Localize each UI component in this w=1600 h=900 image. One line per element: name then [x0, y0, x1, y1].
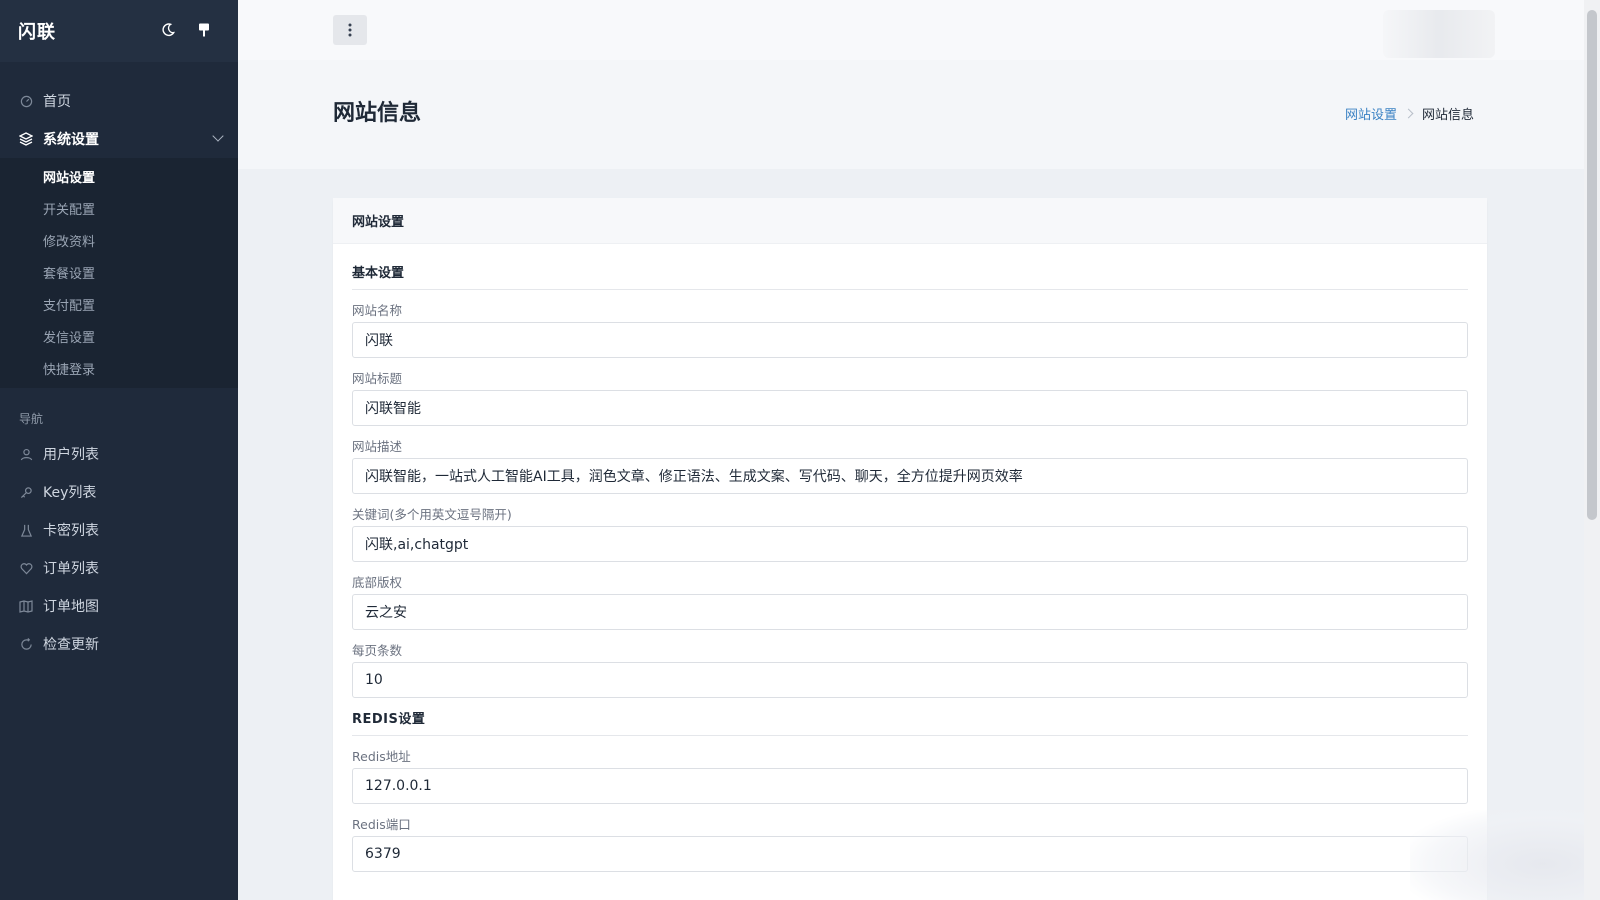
page-header: 网站信息 网站设置 网站信息	[238, 60, 1584, 169]
site-name-input[interactable]	[352, 322, 1468, 358]
map-icon	[19, 599, 33, 613]
keywords-label: 关键词(多个用英文逗号隔开)	[352, 506, 512, 522]
site-title-input[interactable]	[352, 390, 1468, 426]
settings-form: 基本设置 网站名称 网站标题 网站描述 关键词(多个用英文逗号隔开) 底部版权 …	[333, 244, 1487, 872]
breadcrumb-separator-icon	[1403, 108, 1414, 119]
submenu-item-package-settings[interactable]: 套餐设置	[0, 256, 238, 288]
submenu-item-mail-settings[interactable]: 发信设置	[0, 320, 238, 352]
sidebar-item-label: 订单列表	[43, 561, 99, 577]
card-title: 网站设置	[333, 198, 1487, 244]
more-vertical-icon	[348, 23, 352, 37]
redis-host-label: Redis地址	[352, 748, 411, 764]
site-description-input[interactable]	[352, 458, 1468, 494]
sidebar-item-user-list[interactable]: 用户列表	[0, 435, 238, 473]
site-description-label: 网站描述	[352, 438, 403, 454]
copyright-input[interactable]	[352, 594, 1468, 630]
site-name-label: 网站名称	[352, 302, 403, 318]
flask-icon	[19, 523, 33, 537]
sidebar-item-card-list[interactable]: 卡密列表	[0, 511, 238, 549]
chevron-down-icon	[212, 130, 224, 142]
redis-port-input[interactable]	[352, 836, 1468, 872]
dashboard-icon	[19, 94, 33, 108]
sidebar-item-key-list[interactable]: Key列表	[0, 473, 238, 511]
system-settings-submenu: 网站设置 开关配置 修改资料 套餐设置 支付配置 发信设置 快捷登录	[0, 158, 238, 388]
submenu-item-switch-config[interactable]: 开关配置	[0, 192, 238, 224]
sidebar-item-check-update[interactable]: 检查更新	[0, 625, 238, 663]
pin-sidebar-button[interactable]	[191, 17, 217, 43]
sidebar-item-label: 检查更新	[43, 637, 99, 653]
sidebar-item-label: 订单地图	[43, 599, 99, 615]
brand-bar: 闪联	[0, 0, 238, 62]
more-options-button[interactable]	[333, 15, 367, 45]
breadcrumb-current: 网站信息	[1421, 108, 1474, 123]
basic-settings-heading: 基本设置	[352, 244, 1468, 290]
copyright-label: 底部版权	[352, 574, 403, 590]
refresh-icon	[19, 637, 33, 651]
sidebar-item-home[interactable]: 首页	[0, 82, 238, 120]
breadcrumb-link-site-settings[interactable]: 网站设置	[1345, 104, 1397, 123]
heart-icon	[19, 561, 33, 575]
sidebar-item-system-settings[interactable]: 系统设置	[0, 120, 238, 158]
breadcrumb: 网站设置 网站信息	[1345, 104, 1474, 123]
submenu-item-quick-login[interactable]: 快捷登录	[0, 352, 238, 384]
site-settings-card: 网站设置 基本设置 网站名称 网站标题 网站描述 关键词(多个用英文逗号隔开) …	[333, 198, 1487, 900]
user-icon	[19, 447, 33, 461]
user-avatar[interactable]	[1383, 10, 1495, 58]
sidebar-item-label: Key列表	[43, 485, 97, 501]
layers-icon	[19, 132, 33, 146]
key-icon	[19, 485, 33, 499]
page-title: 网站信息	[333, 101, 422, 126]
sidebar-item-label: 卡密列表	[43, 523, 99, 539]
redis-port-label: Redis端口	[352, 816, 411, 832]
sidebar-nav: 首页 系统设置 网站设置 开关配置 修改资料 套餐设置 支付配置 发信设置 快捷…	[0, 62, 238, 663]
page-size-input[interactable]	[352, 662, 1468, 698]
redis-settings-heading: REDIS设置	[352, 698, 1468, 736]
sidebar-item-label: 首页	[43, 94, 71, 110]
scrollbar-thumb[interactable]	[1587, 10, 1597, 520]
sidebar-item-label: 用户列表	[43, 447, 99, 463]
pin-icon	[199, 23, 209, 37]
nav-section-label: 导航	[19, 412, 44, 426]
redis-host-input[interactable]	[352, 768, 1468, 804]
brand-logo: 闪联	[18, 22, 56, 43]
page-scrollbar[interactable]	[1584, 0, 1600, 900]
keywords-input[interactable]	[352, 526, 1468, 562]
moon-icon	[162, 23, 175, 37]
sidebar-item-order-list[interactable]: 订单列表	[0, 549, 238, 587]
submenu-item-site-settings[interactable]: 网站设置	[0, 160, 238, 192]
sidebar: 闪联 首页 系统设置 网站设置 开关配置 修改资料 套餐设置 支付配置 发信设置…	[0, 0, 238, 900]
site-title-label: 网站标题	[352, 370, 403, 386]
sidebar-item-label: 系统设置	[43, 132, 99, 148]
submenu-item-payment-config[interactable]: 支付配置	[0, 288, 238, 320]
topbar	[238, 0, 1584, 60]
sidebar-item-order-map[interactable]: 订单地图	[0, 587, 238, 625]
dark-mode-toggle[interactable]	[155, 17, 181, 43]
submenu-item-edit-profile[interactable]: 修改资料	[0, 224, 238, 256]
page-size-label: 每页条数	[352, 642, 403, 658]
